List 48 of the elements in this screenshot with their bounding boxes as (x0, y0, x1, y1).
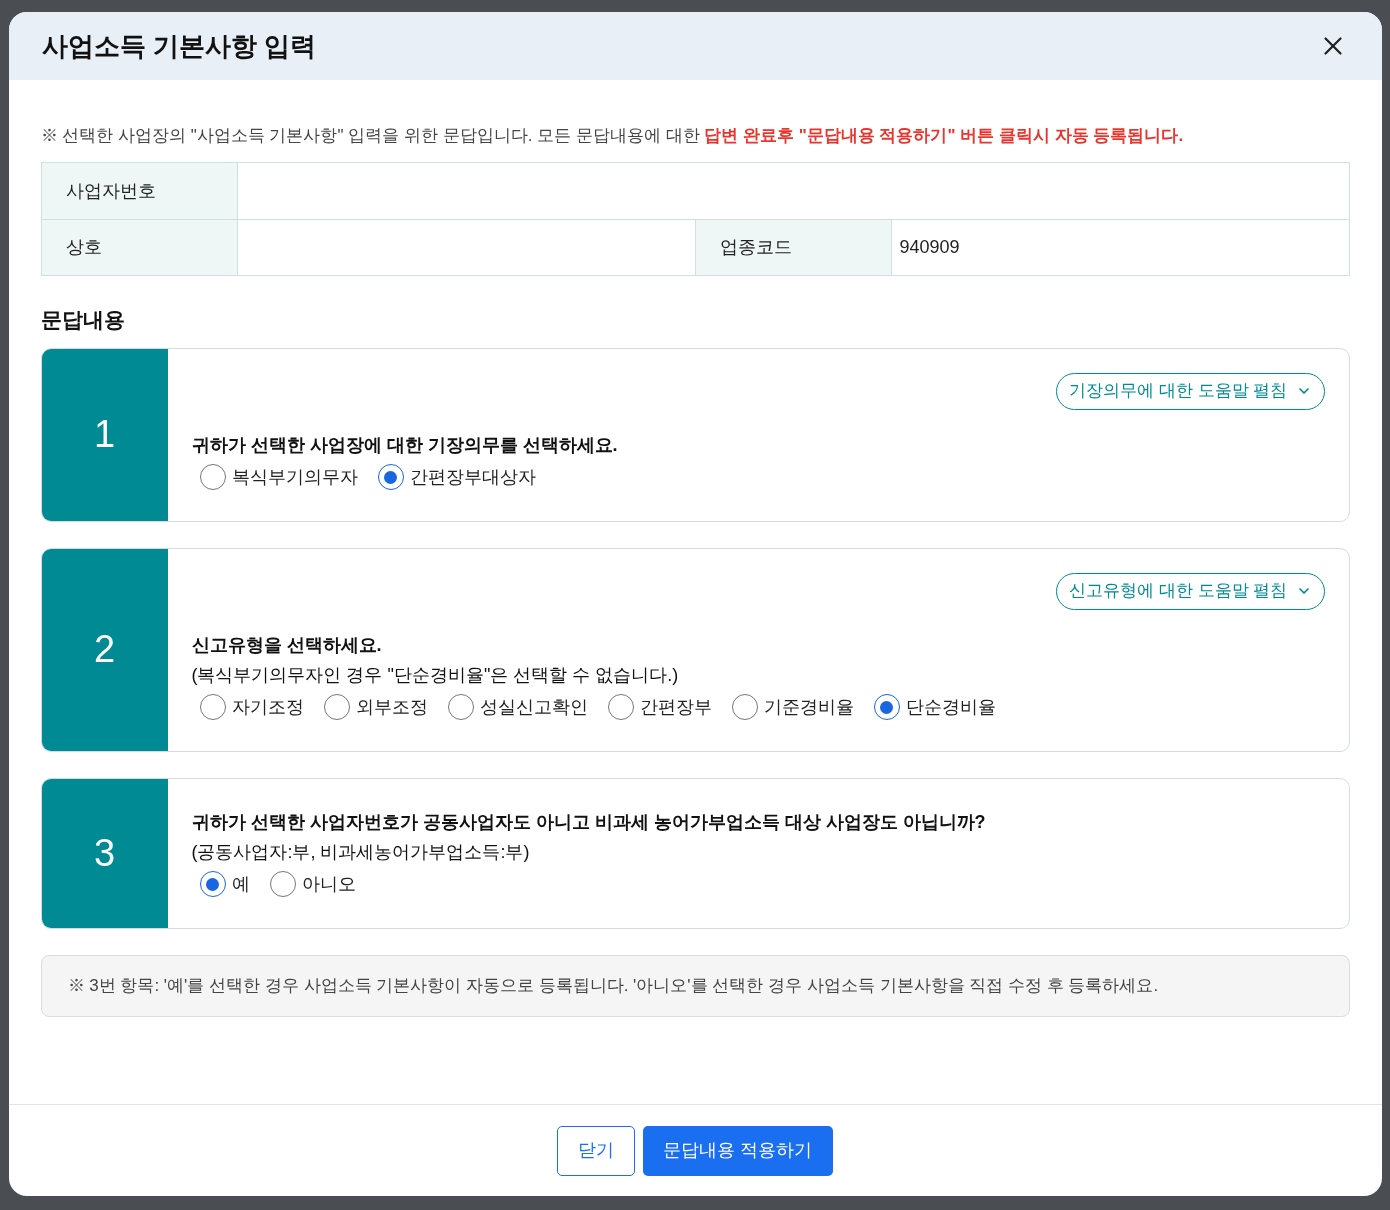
close-dialog-button[interactable]: 닫기 (557, 1125, 636, 1176)
question-text: 귀하가 선택한 사업자번호가 공동사업자도 아니고 비과세 농어가부업소득 대상 사업장도 아닙니까? (191, 810, 987, 834)
radio-button[interactable] (377, 464, 404, 490)
dialog-title: 사업소득 기본사항 입력 (41, 29, 316, 63)
question-number: 3 (41, 778, 168, 928)
radio-label: 간편장부 (639, 695, 712, 719)
question-number: 1 (41, 348, 168, 521)
question-hint: (복식부기의무자인 경우 "단순경비율"은 선택할 수 없습니다.) (191, 663, 680, 687)
radio-option[interactable]: 성실신고확인 (447, 693, 588, 721)
question-hint: (공동사업자:부, 비과세농어가부업소득:부) (191, 840, 531, 864)
radio-button[interactable] (199, 694, 226, 720)
radio-button[interactable] (731, 694, 758, 720)
table-label: 업종코드 (695, 220, 892, 275)
radio-option[interactable]: 복식부기의무자 (199, 463, 358, 491)
radio-button[interactable] (447, 694, 474, 720)
radio-button[interactable] (873, 694, 900, 720)
notice-text: ※ 선택한 사업장의 "사업소득 기본사항" 입력을 위한 문답입니다. 모든 문답내용에 대한 답변 완료후 "문답내용 적용하기" 버튼 클릭시 자동 등록됩니다. (40, 125, 1185, 147)
question-text: 귀하가 선택한 사업장에 대한 기장의무를 선택하세요. (191, 433, 619, 457)
radio-option[interactable]: 자기조정 (199, 693, 304, 721)
radio-button[interactable] (269, 871, 296, 897)
radio-label: 아니오 (301, 872, 356, 896)
note-text: ※ 3번 항목: '예'를 선택한 경우 사업소득 기본사항이 자동으로 등록됩니다. '아니오'를 선택한 경우 사업소득 기본사항을 직접 수정 후 등록하세요. (67, 974, 1159, 997)
radio-option[interactable]: 간편장부대상자 (377, 463, 536, 491)
radio-option[interactable]: 외부조정 (323, 693, 428, 721)
table-label: 상호 (41, 220, 238, 275)
table-cell-text: 940909 (898, 236, 961, 259)
question-text: 신고유형을 선택하세요. (191, 633, 383, 657)
radio-label: 기준경비율 (763, 695, 854, 719)
radio-option[interactable]: 예 (199, 870, 250, 898)
radio-option[interactable]: 단순경비율 (873, 693, 996, 721)
section-title: 문답내용 (40, 307, 126, 333)
apply-button[interactable]: 문답내용 적용하기 (643, 1125, 833, 1176)
table-label: 사업자번호 (41, 163, 238, 219)
radio-label: 간편장부대상자 (409, 465, 536, 489)
radio-option[interactable]: 아니오 (269, 870, 356, 898)
radio-button[interactable] (323, 694, 350, 720)
radio-label: 예 (231, 872, 250, 896)
radio-option[interactable]: 기준경비율 (731, 693, 854, 721)
radio-label: 자기조정 (231, 695, 304, 719)
question-number: 2 (41, 548, 168, 751)
radio-option[interactable]: 간편장부 (607, 693, 712, 721)
radio-button[interactable] (199, 464, 226, 490)
radio-label: 단순경비율 (905, 695, 996, 719)
radio-label: 복식부기의무자 (231, 465, 358, 489)
radio-button[interactable] (607, 694, 634, 720)
radio-button[interactable] (199, 871, 226, 897)
radio-label: 성실신고확인 (479, 695, 588, 719)
radio-label: 외부조정 (355, 695, 428, 719)
